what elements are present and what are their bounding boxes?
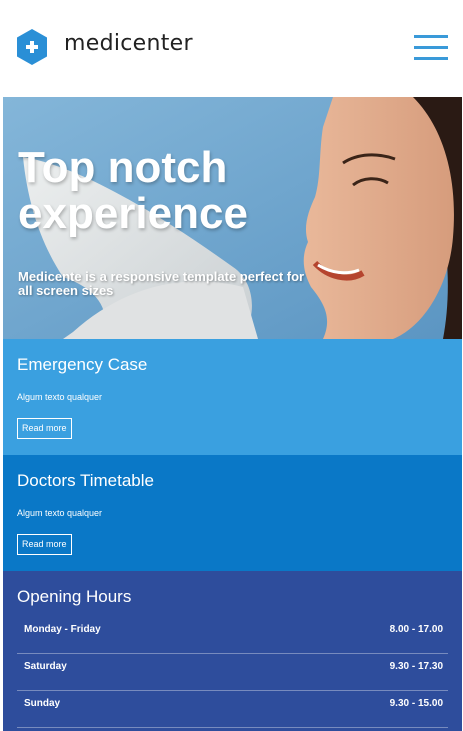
opening-hours-panel: Opening Hours Monday - Friday 8.00 - 17.… [3,571,462,731]
hours-row: Sunday 9.30 - 15.00 [17,691,448,728]
hero-subtitle: Medicente is a responsive template perfe… [18,269,305,298]
panel-text: Algum texto qualquer [17,508,103,518]
panel-title: Opening Hours [17,587,132,606]
read-more-button[interactable]: Read more [17,534,72,555]
hamburger-menu-icon[interactable] [414,35,448,61]
hours-day: Saturday [24,661,67,672]
hours-day: Monday - Friday [24,624,101,635]
hours-day: Sunday [24,698,61,709]
read-more-button[interactable]: Read more [17,418,72,439]
doctors-timetable-panel: Doctors Timetable Algum texto qualquer R… [3,455,462,571]
hero-banner: Top notch experience Medicente is a resp… [3,97,462,339]
panel-text: Algum texto qualquer [17,392,103,402]
hours-time: 9.30 - 17.30 [389,661,443,672]
panel-title: Doctors Timetable [17,471,154,490]
hours-row: Saturday 9.30 - 17.30 [17,654,448,691]
hours-row: Monday - Friday 8.00 - 17.00 [17,617,448,654]
site-header: medicenter [0,0,463,96]
hours-list: Monday - Friday 8.00 - 17.00 Saturday 9.… [17,617,448,728]
emergency-case-panel: Emergency Case Algum texto qualquer Read… [3,339,462,455]
plus-hexagon-icon[interactable] [16,29,48,65]
panel-title: Emergency Case [17,355,148,374]
brand-name[interactable]: medicenter [64,31,193,56]
hours-time: 9.30 - 15.00 [389,698,443,709]
hero-title: Top notch experience [18,143,248,238]
hours-time: 8.00 - 17.00 [389,624,443,635]
